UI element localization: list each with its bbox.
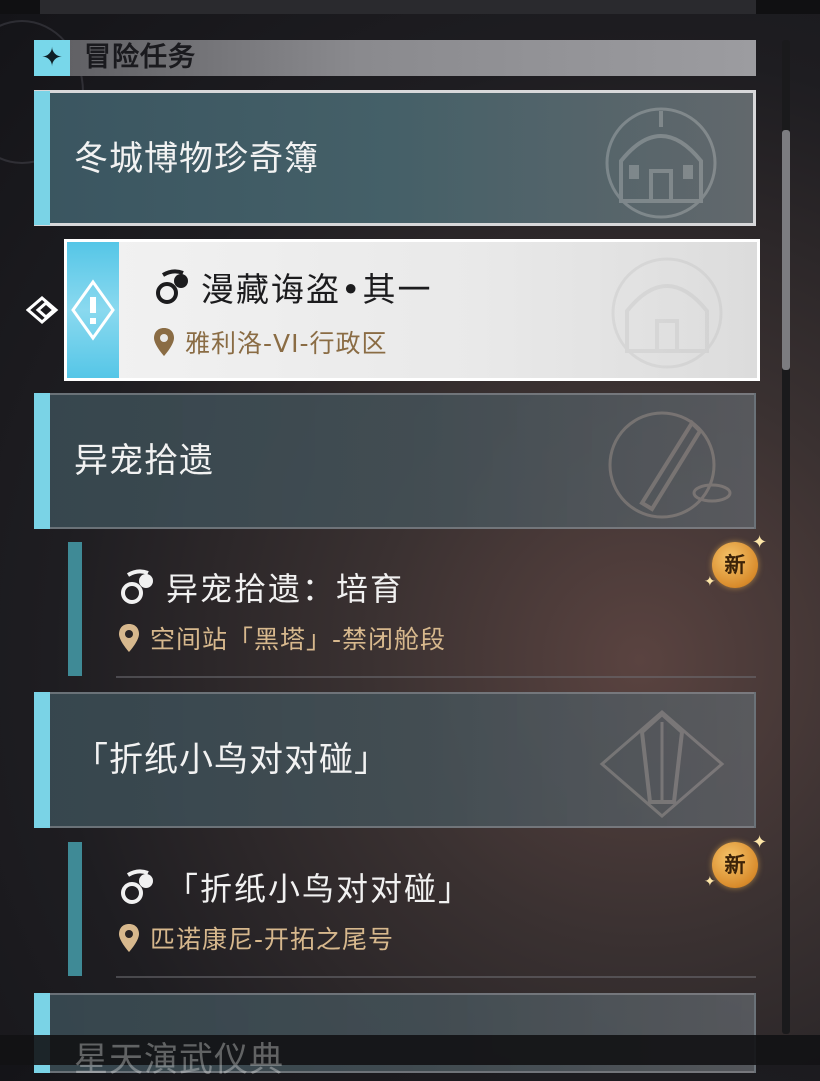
quest-location-row: 匹诺康尼-开拓之尾号 bbox=[118, 920, 394, 956]
scrollbar-track[interactable] bbox=[782, 40, 790, 1034]
category-accent-bar bbox=[34, 91, 50, 225]
location-pin-icon bbox=[119, 924, 139, 952]
top-frame bbox=[0, 0, 820, 14]
quest-title: 「折纸小鸟对对碰」 bbox=[166, 870, 473, 908]
quest-title-row: 「折纸小鸟对对碰」 bbox=[118, 864, 472, 910]
sparkle-star-icon: ✦ bbox=[34, 40, 70, 76]
new-badge: 新 ✦ ✦ bbox=[704, 832, 767, 894]
sparkle-icon: ✦ bbox=[704, 874, 716, 890]
adventure-quest-icon bbox=[121, 869, 153, 904]
section-header: ✦ 冒险任务 bbox=[34, 40, 756, 76]
quest-location: 匹诺康尼-开拓之尾号 bbox=[150, 925, 395, 954]
quest-location-row: 雅利洛-VI-行政区 bbox=[153, 324, 388, 360]
location-pin-icon bbox=[119, 624, 139, 652]
category-title: 「折纸小鸟对对碰」 bbox=[74, 740, 389, 780]
paper-bird-emblem bbox=[599, 710, 725, 818]
category-pet[interactable]: 异宠拾遗 bbox=[34, 393, 756, 529]
museum-dome-emblem bbox=[611, 257, 723, 369]
quest-title-row: 异宠拾遗：培育 bbox=[118, 564, 404, 610]
section-title: 冒险任务 bbox=[84, 42, 196, 73]
quest-divider bbox=[116, 976, 756, 978]
category-museum[interactable]: 冬城博物珍奇簿 bbox=[34, 90, 756, 226]
category-accent-bar bbox=[34, 393, 50, 529]
adventure-quest-icon bbox=[121, 569, 153, 604]
quest-location: 空间站「黑塔」-禁闭舱段 bbox=[150, 625, 447, 654]
sparkle-icon: ✦ bbox=[752, 532, 768, 553]
quest-title-row: 漫藏诲盗•其一 bbox=[153, 264, 432, 310]
quest-item[interactable]: 「折纸小鸟对对碰」 匹诺康尼-开拓之尾号 bbox=[68, 842, 756, 978]
sparkle-icon: ✦ bbox=[704, 574, 716, 590]
quest-location-row: 空间站「黑塔」-禁闭舱段 bbox=[118, 620, 446, 656]
alert-diamond-icon bbox=[71, 279, 115, 341]
category-paper-bird[interactable]: 「折纸小鸟对对碰」 bbox=[34, 692, 756, 828]
quest-title: 漫藏诲盗•其一 bbox=[201, 270, 433, 309]
quest-item-selected[interactable]: 漫藏诲盗•其一 雅利洛-VI-行政区 bbox=[64, 239, 760, 381]
quest-title: 异宠拾遗：培育 bbox=[166, 570, 405, 608]
category-title-partial: 星天演武仪典 bbox=[74, 1040, 284, 1080]
quest-accent-bar bbox=[68, 842, 82, 976]
rocket-emblem bbox=[608, 411, 732, 519]
sparkle-icon: ✦ bbox=[752, 832, 768, 853]
category-accent-bar bbox=[34, 692, 50, 828]
quest-item[interactable]: 异宠拾遗：培育 空间站「黑塔」-禁闭舱段 bbox=[68, 542, 756, 678]
quest-location: 雅利洛-VI-行政区 bbox=[185, 329, 388, 358]
quest-divider bbox=[116, 676, 756, 678]
scrollbar-thumb[interactable] bbox=[782, 130, 790, 370]
new-badge: 新 ✦ ✦ bbox=[704, 532, 767, 594]
selection-pointer-icon bbox=[26, 296, 59, 324]
museum-dome-emblem bbox=[605, 107, 717, 219]
category-title: 冬城博物珍奇簿 bbox=[74, 139, 319, 179]
category-title: 异宠拾遗 bbox=[74, 441, 214, 481]
location-pin-icon bbox=[154, 328, 174, 356]
adventure-quest-icon bbox=[156, 269, 188, 304]
quest-accent-bar bbox=[68, 542, 82, 676]
quest-selected-badge bbox=[67, 242, 119, 378]
top-frame-inner bbox=[40, 0, 756, 14]
